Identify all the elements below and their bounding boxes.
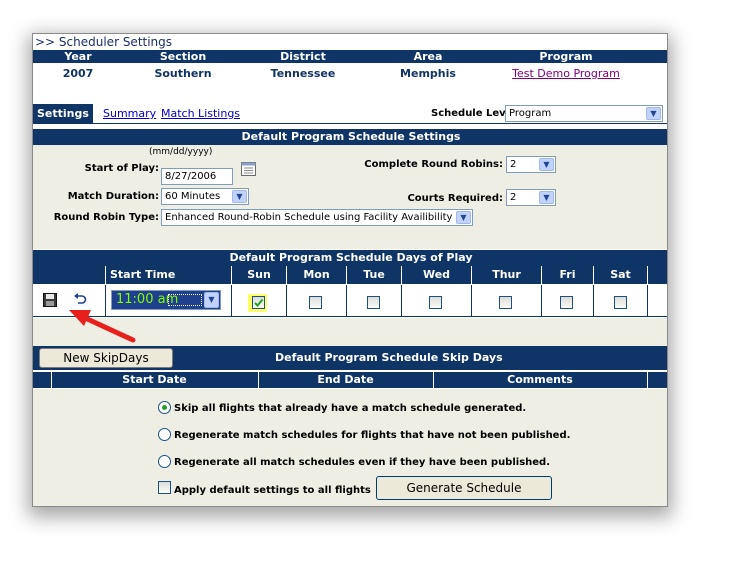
year-header: Year <box>64 50 92 63</box>
chevron-down-icon: ▼ <box>456 211 471 224</box>
wed-header: Wed <box>401 266 471 284</box>
program-header: Program <box>539 50 593 63</box>
round-robin-type-value: Enhanced Round-Robin Schedule using Faci… <box>165 212 453 223</box>
program-link[interactable]: Test Demo Program <box>512 67 620 80</box>
tue-header: Tue <box>346 266 401 284</box>
thur-header: Thur <box>471 266 541 284</box>
start-date-header: Start Date <box>122 373 187 386</box>
undo-icon[interactable] <box>73 293 87 305</box>
spacer-header <box>647 266 667 284</box>
option-skip-generated-label: Skip all flights that already have a mat… <box>174 403 527 414</box>
sun-header: Sun <box>231 266 286 284</box>
complete-round-robins-value: 2 <box>510 159 517 170</box>
chevron-down-icon: ▼ <box>232 190 247 203</box>
sat-checkbox[interactable] <box>614 296 627 309</box>
start-of-play-input[interactable]: 8/27/2006 <box>161 168 233 185</box>
scheduler-window: >> Scheduler Settings Year Section Distr… <box>32 33 668 507</box>
complete-round-robins-label: Complete Round Robins: <box>364 159 503 170</box>
start-of-play-label: Start of Play: <box>84 163 159 174</box>
tab-match-listings[interactable]: Match Listings <box>161 107 240 120</box>
match-duration-label: Match Duration: <box>67 191 159 202</box>
apply-default-label: Apply default settings to all flights <box>174 485 371 496</box>
chevron-down-icon: ▼ <box>646 107 661 120</box>
new-skipdays-button[interactable]: New SkipDays <box>39 348 173 368</box>
mon-header: Mon <box>286 266 346 284</box>
option-regenerate-all-label: Regenerate all match schedules even if t… <box>174 457 551 468</box>
page-title: >> Scheduler Settings <box>35 35 173 49</box>
settings-panel: (mm/dd/yyyy) Start of Play: 8/27/2006 Ma… <box>33 145 667 249</box>
options-panel: Skip all flights that already have a mat… <box>33 389 667 506</box>
start-time-select[interactable]: 11:00 am ▼ <box>111 290 221 310</box>
header-bar: Year Section District Area Program <box>33 50 667 63</box>
area-header: Area <box>413 50 443 63</box>
district-header: District <box>280 50 326 63</box>
thur-checkbox[interactable] <box>499 296 512 309</box>
days-header-row: Start Time Sun Mon Tue Wed Thur Fri Sat <box>33 266 667 284</box>
courts-required-select[interactable]: 2 ▼ <box>506 189 556 206</box>
fri-checkbox[interactable] <box>560 296 573 309</box>
comments-header: Comments <box>507 373 573 386</box>
option-regenerate-unpublished-label: Regenerate match schedules for flights t… <box>174 430 571 441</box>
settings-section-title: Default Program Schedule Settings <box>33 129 667 145</box>
chevron-down-icon: ▼ <box>204 292 219 308</box>
skip-days-header-row: Start Date End Date Comments <box>33 372 667 388</box>
tue-checkbox[interactable] <box>367 296 380 309</box>
courts-required-value: 2 <box>510 192 517 203</box>
match-duration-select[interactable]: 60 Minutes ▼ <box>161 188 249 205</box>
days-section-title: Default Program Schedule Days of Play <box>33 250 667 266</box>
tab-summary[interactable]: Summary <box>103 107 156 120</box>
start-time-header: Start Time <box>105 266 231 284</box>
date-format-hint: (mm/dd/yyyy) <box>149 147 213 157</box>
schedule-level-value: Program <box>509 108 552 119</box>
section-value: Southern <box>154 67 212 80</box>
tab-settings[interactable]: Settings <box>33 104 93 124</box>
apply-default-checkbox[interactable] <box>158 481 171 494</box>
district-value: Tennessee <box>270 67 336 80</box>
round-robin-type-label: Round Robin Type: <box>53 212 159 223</box>
mon-checkbox[interactable] <box>309 296 322 309</box>
sun-checkbox[interactable] <box>252 296 265 309</box>
sat-header: Sat <box>593 266 647 284</box>
radio-regenerate-unpublished[interactable] <box>158 428 171 441</box>
save-icon[interactable] <box>43 293 57 307</box>
check-icon <box>254 298 264 307</box>
days-footer-panel <box>33 318 667 346</box>
generate-schedule-button[interactable]: Generate Schedule <box>376 476 552 500</box>
skip-days-title: Default Program Schedule Skip Days <box>275 351 503 364</box>
days-row: 11:00 am ▼ <box>33 285 667 317</box>
fri-header: Fri <box>541 266 593 284</box>
courts-required-label: Courts Required: <box>407 193 503 204</box>
round-robin-type-select[interactable]: Enhanced Round-Robin Schedule using Faci… <box>161 209 473 226</box>
match-duration-value: 60 Minutes <box>165 191 221 202</box>
radio-regenerate-all[interactable] <box>158 455 171 468</box>
section-header: Section <box>159 50 207 63</box>
area-value: Memphis <box>400 67 456 80</box>
calendar-icon[interactable] <box>241 162 256 176</box>
radio-skip-generated[interactable] <box>158 401 171 414</box>
chevron-down-icon: ▼ <box>539 158 554 171</box>
year-value: 2007 <box>62 67 94 80</box>
wed-checkbox[interactable] <box>429 296 442 309</box>
complete-round-robins-select[interactable]: 2 ▼ <box>506 156 556 173</box>
chevron-down-icon: ▼ <box>539 191 554 204</box>
schedule-level-select[interactable]: Program ▼ <box>505 105 663 122</box>
end-date-header: End Date <box>317 373 374 386</box>
